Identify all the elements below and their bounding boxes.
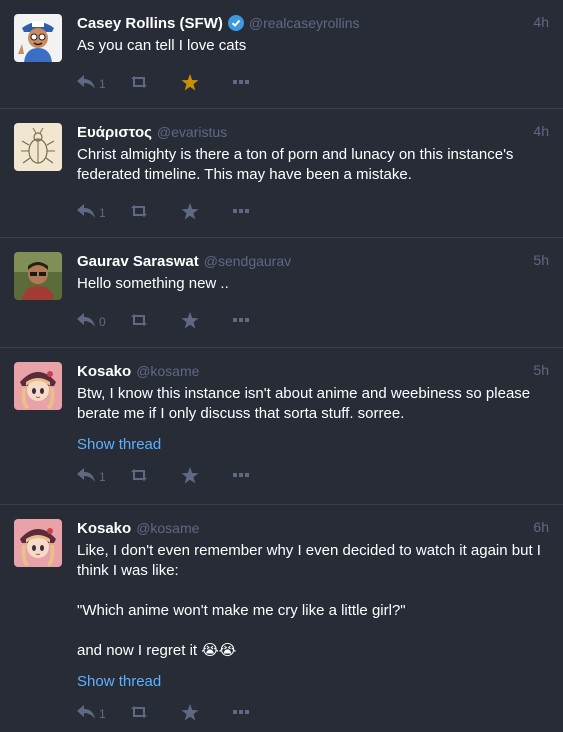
anime-avatar-image — [14, 362, 62, 410]
show-thread-link[interactable]: Show thread — [77, 673, 549, 690]
display-name[interactable]: Kosako — [77, 520, 131, 537]
status-paragraph: Hello something new .. — [77, 275, 229, 292]
boost-icon — [131, 314, 147, 326]
boost-button[interactable] — [129, 313, 181, 327]
boost-button[interactable] — [129, 705, 181, 719]
action-bar: 1 — [77, 197, 549, 225]
reply-icon — [77, 75, 95, 89]
reply-count: 1 — [99, 76, 106, 91]
favourite-button[interactable] — [181, 73, 233, 91]
favourite-button[interactable] — [181, 466, 233, 484]
star-icon — [181, 202, 199, 219]
reply-count: 1 — [99, 469, 106, 484]
ellipsis-icon — [233, 80, 249, 84]
star-icon — [181, 73, 199, 90]
favourite-button[interactable] — [181, 703, 233, 721]
status-content: Hello something new .. — [77, 274, 549, 294]
reply-button[interactable]: 1 — [77, 74, 129, 91]
photo-avatar-image — [14, 252, 62, 300]
cartoon-avatar-image — [14, 14, 62, 62]
favourite-button[interactable] — [181, 202, 233, 220]
ellipsis-icon — [233, 710, 249, 714]
avatar[interactable] — [14, 519, 62, 567]
status-paragraph: Christ almighty is there a ton of porn a… — [77, 146, 514, 183]
timeline: Casey Rollins (SFW) @realcaseyrollins 4h… — [0, 0, 563, 732]
beetle-sketch-avatar-image — [14, 123, 62, 171]
timestamp[interactable]: 5h — [533, 252, 549, 268]
status-paragraph: Like, I don't even remember why I even d… — [77, 542, 541, 579]
boost-button[interactable] — [129, 75, 181, 89]
star-icon — [181, 466, 199, 483]
avatar[interactable] — [14, 14, 62, 62]
boost-button[interactable] — [129, 468, 181, 482]
reply-icon — [77, 705, 95, 719]
more-options-button[interactable] — [233, 473, 263, 477]
account-handle[interactable]: @realcaseyrollins — [249, 15, 360, 31]
account-handle[interactable]: @kosame — [136, 520, 199, 536]
anime-avatar-image — [14, 519, 62, 567]
boost-icon — [131, 205, 147, 217]
reply-button[interactable]: 1 — [77, 704, 129, 721]
status-content: Christ almighty is there a ton of porn a… — [77, 145, 549, 185]
verified-badge-icon — [227, 15, 244, 31]
reply-icon — [77, 313, 95, 327]
star-icon — [181, 703, 199, 720]
avatar[interactable] — [14, 362, 62, 410]
action-bar: 0 — [77, 306, 549, 334]
account-handle[interactable]: @evaristus — [157, 124, 227, 140]
reply-count: 1 — [99, 205, 106, 220]
ellipsis-icon — [233, 209, 249, 213]
reply-button[interactable]: 1 — [77, 467, 129, 484]
status-content: Btw, I know this instance isn't about an… — [77, 384, 549, 424]
avatar[interactable] — [14, 252, 62, 300]
display-name[interactable]: Ευάριστος — [77, 124, 152, 141]
status-item[interactable]: Ευάριστος @evaristus 4h Christ almighty … — [0, 109, 563, 238]
more-options-button[interactable] — [233, 318, 263, 322]
status-paragraph: As you can tell I love cats — [77, 37, 247, 54]
account-handle[interactable]: @sendgaurav — [204, 253, 291, 269]
boost-button[interactable] — [129, 204, 181, 218]
boost-icon — [131, 76, 147, 88]
display-name[interactable]: Kosako — [77, 363, 131, 380]
status-content: As you can tell I love cats — [77, 36, 549, 56]
status-item[interactable]: Casey Rollins (SFW) @realcaseyrollins 4h… — [0, 0, 563, 109]
status-item[interactable]: Gaurav Saraswat @sendgaurav 5h Hello som… — [0, 238, 563, 348]
timestamp[interactable]: 5h — [533, 362, 549, 378]
action-bar: 1 — [77, 461, 549, 489]
more-options-button[interactable] — [233, 80, 263, 84]
more-options-button[interactable] — [233, 710, 263, 714]
action-bar: 1 — [77, 68, 549, 96]
reply-button[interactable]: 0 — [77, 312, 129, 329]
status-paragraph: and now I regret it 😭😭 — [77, 642, 237, 659]
reply-icon — [77, 204, 95, 218]
display-name[interactable]: Casey Rollins (SFW) — [77, 15, 223, 32]
reply-button[interactable]: 1 — [77, 203, 129, 220]
boost-icon — [131, 469, 147, 481]
status-paragraph: Btw, I know this instance isn't about an… — [77, 385, 531, 422]
timestamp[interactable]: 4h — [533, 14, 549, 30]
star-icon — [181, 311, 199, 328]
reply-icon — [77, 468, 95, 482]
timestamp[interactable]: 6h — [533, 519, 549, 535]
ellipsis-icon — [233, 473, 249, 477]
avatar[interactable] — [14, 123, 62, 171]
reply-count: 1 — [99, 706, 106, 721]
favourite-button[interactable] — [181, 311, 233, 329]
ellipsis-icon — [233, 318, 249, 322]
reply-count: 0 — [99, 314, 106, 329]
status-item[interactable]: Kosako @kosame 5h Btw, I know this insta… — [0, 348, 563, 505]
action-bar: 1 — [77, 698, 549, 726]
boost-icon — [131, 706, 147, 718]
display-name[interactable]: Gaurav Saraswat — [77, 253, 199, 270]
status-content: Like, I don't even remember why I even d… — [77, 541, 549, 661]
more-options-button[interactable] — [233, 209, 263, 213]
status-paragraph: "Which anime won't make me cry like a li… — [77, 602, 406, 619]
status-item[interactable]: Kosako @kosame 6h Like, I don't even rem… — [0, 505, 563, 732]
account-handle[interactable]: @kosame — [136, 363, 199, 379]
show-thread-link[interactable]: Show thread — [77, 436, 549, 453]
timestamp[interactable]: 4h — [533, 123, 549, 139]
